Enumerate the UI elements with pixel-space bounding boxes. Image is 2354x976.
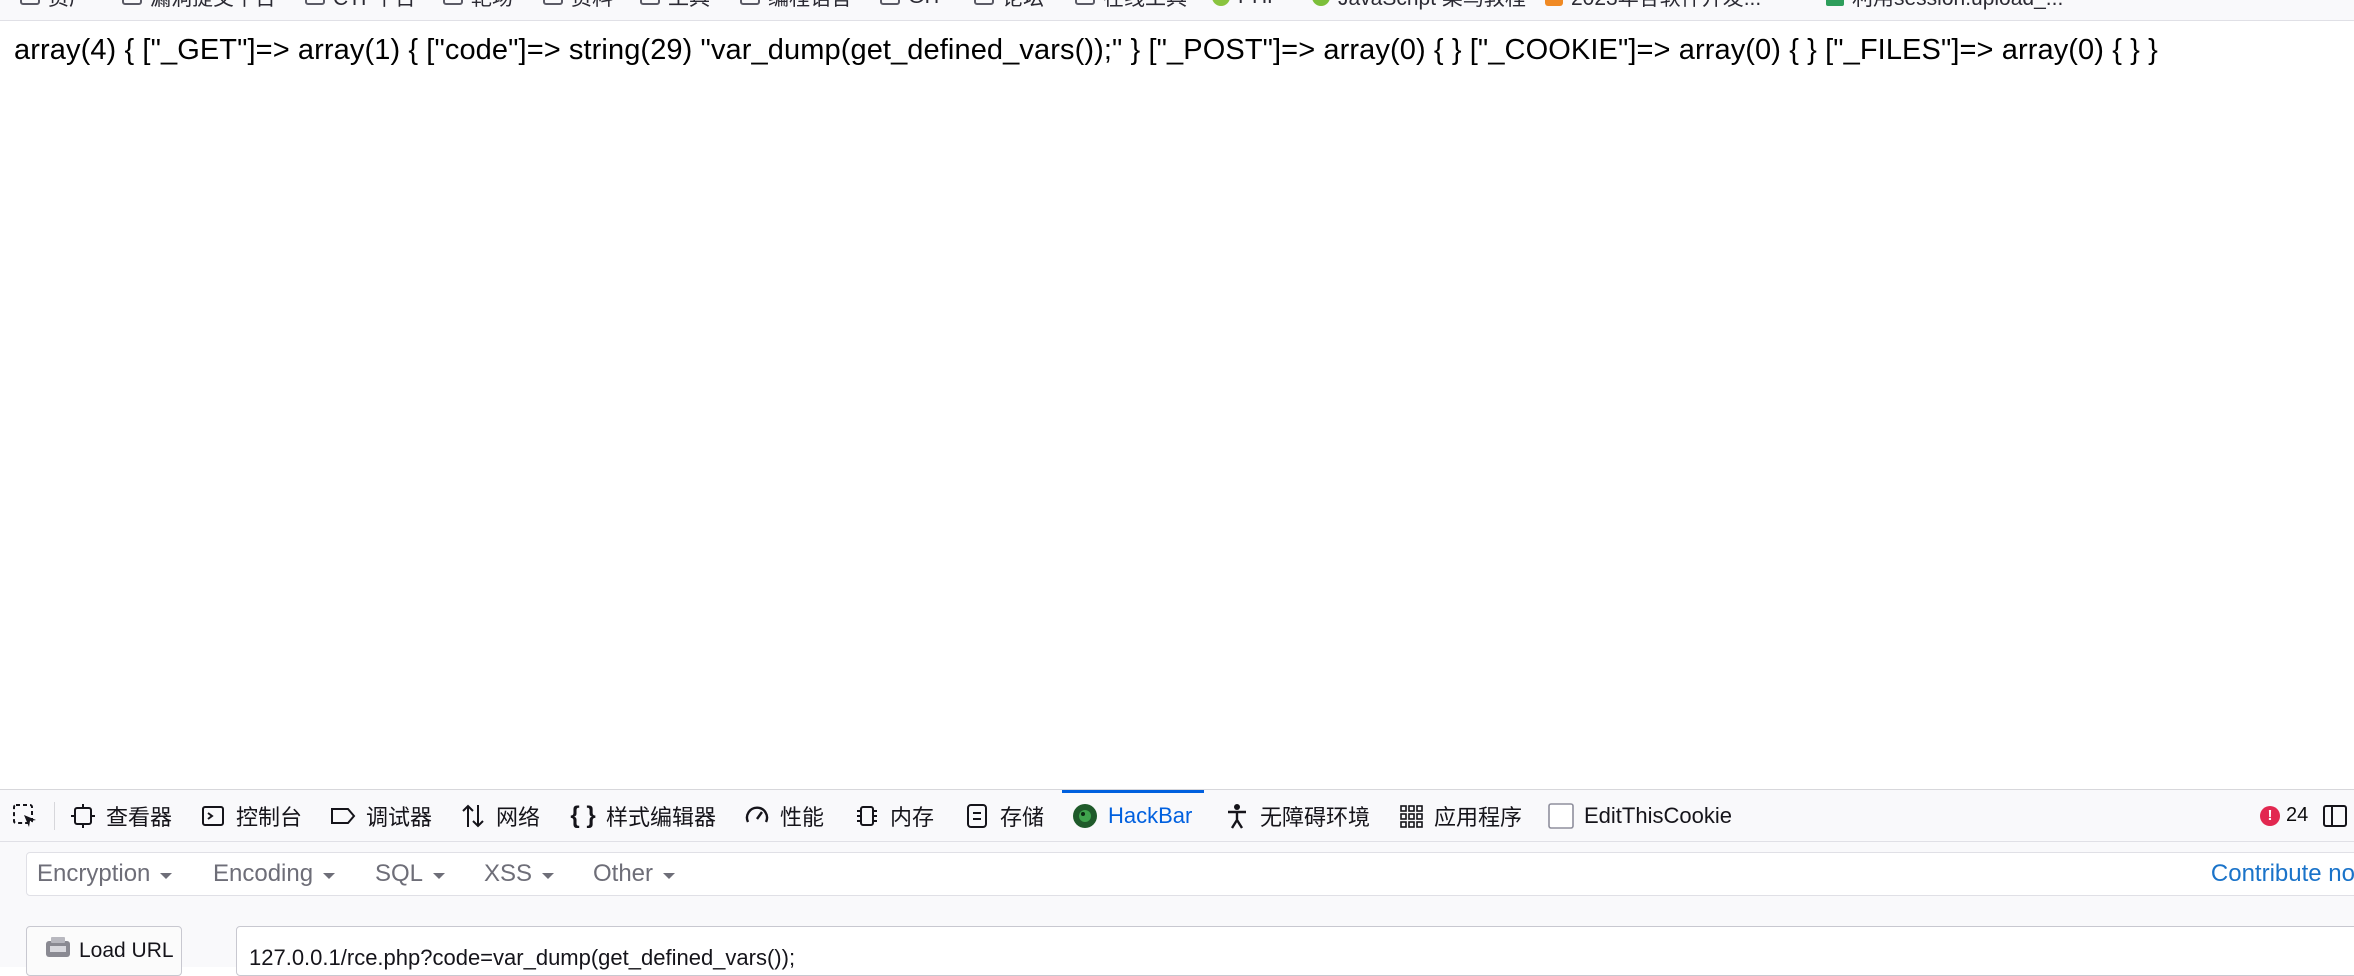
accessibility-person-icon — [1224, 803, 1250, 829]
folder-icon — [740, 0, 760, 5]
dock-layout-icon — [2322, 803, 2348, 829]
xss-menu[interactable]: XSS — [484, 853, 555, 895]
toolbar-divider — [54, 802, 55, 830]
inspector-icon — [70, 803, 96, 829]
site-favicon-icon — [1545, 0, 1563, 6]
tab-debugger[interactable]: 调试器 — [330, 790, 432, 841]
element-picker-button[interactable] — [12, 790, 38, 841]
bookmark-folder[interactable]: 论坛 — [974, 0, 1044, 10]
caret-down-icon — [323, 872, 336, 879]
tab-editthiscookie[interactable]: EditThisCookie — [1548, 790, 1732, 841]
checkbox-icon — [1548, 802, 1574, 829]
tab-inspector[interactable]: 查看器 — [70, 790, 172, 841]
tab-performance[interactable]: 性能 — [744, 790, 824, 841]
hackbar-logo-icon — [1072, 803, 1098, 829]
url-input[interactable] — [236, 926, 2354, 976]
caret-down-icon — [542, 872, 555, 879]
app-grid-icon — [1398, 803, 1424, 829]
tab-network[interactable]: 网络 — [460, 790, 540, 841]
bookmark-folder[interactable]: 编程语言 — [740, 0, 852, 10]
folder-icon — [122, 0, 142, 5]
hackbar-menu: Encryption Encoding SQL XSS Other Contri… — [26, 852, 2354, 896]
folder-icon — [305, 0, 325, 5]
folder-icon — [880, 0, 900, 5]
folder-icon — [20, 0, 40, 5]
bookmark-folder[interactable]: 工具 — [640, 0, 710, 10]
gauge-icon — [744, 803, 770, 829]
bookmark-folder[interactable]: 靶场 — [443, 0, 513, 10]
bookmark-folder[interactable]: 资料 — [543, 0, 613, 10]
php-var-dump-output: array(4) { ["_GET"]=> array(1) { ["code"… — [14, 34, 2158, 66]
bookmarks-toolbar: 资产 漏洞提交平台 CTF平台 靶场 资料 工具 编程语言 GIT 论坛 在线工… — [0, 0, 2354, 21]
devtools-toolbar: 查看器 控制台 调试器 网络 { } 样式编辑器 性能 内存 存储 HackBa… — [0, 790, 2354, 842]
curly-braces-icon: { } — [570, 801, 596, 829]
storage-icon — [964, 803, 990, 829]
php-favicon-icon — [1212, 0, 1230, 6]
tab-application[interactable]: 应用程序 — [1398, 790, 1522, 841]
sql-menu[interactable]: SQL — [375, 853, 446, 895]
tab-memory[interactable]: 内存 — [854, 790, 934, 841]
bookmark-site[interactable]: PHP — [1212, 0, 1281, 8]
folder-icon — [1075, 0, 1095, 5]
error-icon: ! — [2260, 805, 2280, 826]
tab-console[interactable]: 控制台 — [200, 790, 302, 841]
other-menu[interactable]: Other — [593, 853, 676, 895]
bookmark-folder[interactable]: 漏洞提交平台 — [122, 0, 276, 10]
console-icon — [200, 803, 226, 829]
load-url-button[interactable]: Load URL — [26, 926, 182, 976]
site-favicon-icon — [1826, 0, 1844, 6]
error-count-badge[interactable]: ! 24 — [2260, 790, 2308, 841]
memory-chip-icon — [854, 803, 880, 829]
tab-storage[interactable]: 存储 — [964, 790, 1044, 841]
folder-icon — [640, 0, 660, 5]
contribute-link[interactable]: Contribute now! — [2211, 853, 2354, 895]
caret-down-icon — [433, 872, 446, 879]
runoob-favicon-icon — [1312, 0, 1330, 6]
tab-style-editor[interactable]: { } 样式编辑器 — [570, 790, 716, 841]
folder-icon — [543, 0, 563, 5]
tab-hackbar[interactable]: HackBar — [1061, 790, 1205, 841]
bookmark-folder[interactable]: 资产 — [20, 0, 90, 10]
bookmark-site[interactable]: 利用session.upload_... — [1826, 0, 2063, 10]
bookmark-site[interactable]: JavaScript 菜鸟教程 — [1312, 0, 1526, 10]
pick-element-icon — [12, 803, 38, 829]
debugger-icon — [330, 803, 356, 829]
tab-accessibility[interactable]: 无障碍环境 — [1224, 790, 1370, 841]
caret-down-icon — [663, 872, 676, 879]
folder-icon — [974, 0, 994, 5]
encryption-menu[interactable]: Encryption — [37, 853, 173, 895]
devtools-panel: 查看器 控制台 调试器 网络 { } 样式编辑器 性能 内存 存储 HackBa… — [0, 789, 2354, 976]
bookmark-folder[interactable]: GIT — [880, 0, 943, 8]
folder-icon — [443, 0, 463, 5]
dock-side-button[interactable] — [2322, 790, 2348, 841]
bookmark-folder[interactable]: CTF平台 — [305, 0, 416, 10]
network-arrows-icon — [460, 803, 486, 829]
load-url-icon — [45, 936, 71, 966]
bookmark-folder[interactable]: 在线工具 — [1075, 0, 1187, 10]
encoding-menu[interactable]: Encoding — [213, 853, 336, 895]
caret-down-icon — [160, 872, 173, 879]
bookmark-site[interactable]: 2023年各软件开发... — [1545, 0, 1761, 10]
